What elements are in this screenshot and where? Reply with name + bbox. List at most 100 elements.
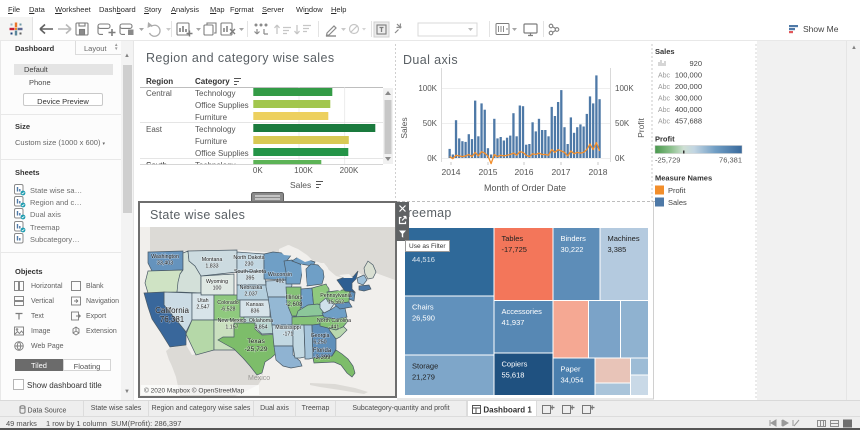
svg-text:Technology: Technology <box>195 125 235 134</box>
svg-text:50K: 50K <box>423 119 438 128</box>
svg-text:East: East <box>146 125 163 134</box>
svg-text:Sales: Sales <box>290 180 311 190</box>
svg-text:Sales: Sales <box>655 47 675 56</box>
svg-text:New Mexico: New Mexico <box>218 318 247 324</box>
svg-text:920: 920 <box>689 59 702 68</box>
svg-text:50K: 50K <box>615 119 630 128</box>
svg-text:Furniture: Furniture <box>195 137 228 146</box>
svg-text:2014: 2014 <box>442 167 461 177</box>
svg-text:-3,399: -3,399 <box>313 355 331 361</box>
svg-text:Abc: Abc <box>658 107 671 114</box>
svg-text:Wyoming: Wyoming <box>206 279 228 285</box>
svg-text:100K: 100K <box>294 166 313 175</box>
svg-text:2,547: 2,547 <box>196 305 209 311</box>
svg-text:100: 100 <box>213 286 222 292</box>
svg-text:100,000: 100,000 <box>675 71 702 80</box>
svg-text:Region and category wise sales: Region and category wise sales <box>146 51 335 65</box>
svg-text:0K: 0K <box>253 166 263 175</box>
svg-text:Month of Order Date: Month of Order Date <box>484 183 566 193</box>
svg-text:200K: 200K <box>340 166 359 175</box>
svg-text:Central: Central <box>146 89 172 98</box>
svg-text:Chairs: Chairs <box>412 303 434 312</box>
svg-text:2016: 2016 <box>515 167 534 177</box>
svg-text:100K: 100K <box>418 84 437 93</box>
svg-text:Category: Category <box>195 77 230 86</box>
svg-text:-17,725: -17,725 <box>502 245 527 254</box>
svg-text:Tables: Tables <box>502 234 524 243</box>
svg-text:Colorado: Colorado <box>217 300 239 306</box>
svg-text:2017: 2017 <box>552 167 571 177</box>
svg-text:Mississippi: Mississippi <box>275 325 301 331</box>
svg-text:6,250: 6,250 <box>313 340 326 346</box>
svg-text:-25,729: -25,729 <box>655 156 680 165</box>
svg-text:Furniture: Furniture <box>195 113 228 122</box>
svg-text:Abc: Abc <box>658 96 671 103</box>
svg-text:Profit: Profit <box>636 117 646 137</box>
svg-text:4,854: 4,854 <box>254 325 267 331</box>
svg-text:395: 395 <box>246 276 255 282</box>
svg-text:Oklahoma: Oklahoma <box>249 318 273 324</box>
svg-text:Binders: Binders <box>561 234 587 243</box>
svg-text:457,688: 457,688 <box>675 117 702 126</box>
svg-text:Dual axis: Dual axis <box>403 53 458 67</box>
svg-text:Technology: Technology <box>195 89 235 98</box>
svg-text:100K: 100K <box>615 84 634 93</box>
svg-text:Paper: Paper <box>561 365 582 374</box>
svg-text:Abc: Abc <box>658 73 671 80</box>
svg-text:Kansas: Kansas <box>246 302 264 308</box>
svg-text:41,937: 41,937 <box>502 318 525 327</box>
svg-text:0K: 0K <box>427 154 437 163</box>
svg-text:200,000: 200,000 <box>675 82 702 91</box>
svg-text:230: 230 <box>245 262 254 268</box>
svg-text:-25,729: -25,729 <box>244 346 267 353</box>
svg-text:1,833: 1,833 <box>205 264 218 270</box>
svg-text:South Dakota: South Dakota <box>234 269 266 275</box>
svg-text:33,403: 33,403 <box>157 261 173 267</box>
svg-text:-6,528: -6,528 <box>220 307 235 313</box>
svg-text:Sales: Sales <box>399 117 409 138</box>
svg-text:Abc: Abc <box>658 119 671 126</box>
svg-text:Profit: Profit <box>655 135 675 144</box>
svg-text:Mexico: Mexico <box>248 375 270 382</box>
svg-text:Copiers: Copiers <box>502 360 528 369</box>
svg-text:North Dakota: North Dakota <box>233 255 264 261</box>
svg-text:Nebraska: Nebraska <box>240 285 263 291</box>
svg-text:Office Supplies: Office Supplies <box>195 101 249 110</box>
svg-text:55,618: 55,618 <box>502 371 525 380</box>
svg-text:© 2020 Mapbox © OpenStreetMap: © 2020 Mapbox © OpenStreetMap <box>144 387 245 395</box>
svg-text:Machines: Machines <box>608 234 640 243</box>
svg-text:300,000: 300,000 <box>675 94 702 103</box>
svg-text:Abc: Abc <box>658 84 671 91</box>
svg-text:402: 402 <box>276 279 285 285</box>
svg-text:Illinois: Illinois <box>286 295 303 301</box>
svg-text:North Carolina: North Carolina <box>317 318 351 324</box>
svg-text:Accessories: Accessories <box>502 307 543 316</box>
svg-text:21,279: 21,279 <box>412 373 435 382</box>
svg-text:2018: 2018 <box>589 167 608 177</box>
svg-text:Florida: Florida <box>313 348 332 354</box>
svg-text:34,054: 34,054 <box>561 376 584 385</box>
svg-text:Pennsylvania: Pennsylvania <box>320 293 352 299</box>
svg-text:-441: -441 <box>329 325 340 331</box>
svg-text:Measure Names: Measure Names <box>655 174 712 183</box>
svg-text:Wisconsin: Wisconsin <box>268 272 292 278</box>
svg-text:Office Supplies: Office Supplies <box>195 149 249 158</box>
svg-text:76,381: 76,381 <box>719 156 742 165</box>
svg-text:Washington: Washington <box>151 254 179 260</box>
svg-text:2,037: 2,037 <box>244 292 257 298</box>
svg-text:Georgia: Georgia <box>311 333 330 339</box>
svg-text:Utah: Utah <box>197 298 208 304</box>
svg-text:Montana: Montana <box>202 257 223 263</box>
svg-text:Sales: Sales <box>668 198 687 207</box>
svg-text:California: California <box>155 306 189 315</box>
svg-text:15,562: 15,562 <box>328 300 344 306</box>
svg-text:30,222: 30,222 <box>561 245 584 254</box>
svg-text:44,516: 44,516 <box>412 255 435 264</box>
svg-text:836: 836 <box>251 309 260 315</box>
svg-text:-171: -171 <box>283 332 294 338</box>
svg-text:2015: 2015 <box>479 167 498 177</box>
svg-text:Profit: Profit <box>668 186 686 195</box>
svg-text:Region: Region <box>146 77 173 86</box>
svg-text:Storage: Storage <box>412 362 438 371</box>
svg-text:76,381: 76,381 <box>160 315 185 324</box>
